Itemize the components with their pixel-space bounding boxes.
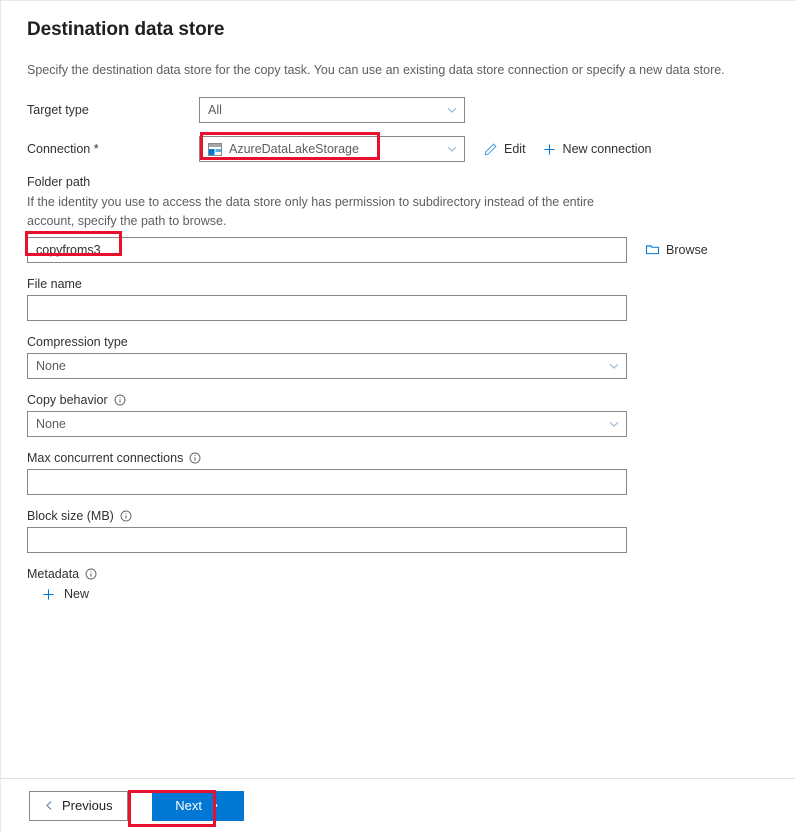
folder-path-field-row: copyfroms3 Browse xyxy=(27,237,769,263)
file-name-label: File name xyxy=(27,277,769,291)
block-size-label: Block size (MB) xyxy=(27,509,769,523)
connection-value: AzureDataLakeStorage xyxy=(229,142,359,156)
compression-type-value: None xyxy=(36,359,66,373)
info-icon[interactable] xyxy=(189,452,201,464)
folder-path-value: copyfroms3 xyxy=(36,243,101,257)
info-icon[interactable] xyxy=(85,568,97,580)
compression-type-label: Compression type xyxy=(27,335,769,349)
destination-data-store-panel: Destination data store Specify the desti… xyxy=(0,0,795,832)
chevron-down-icon xyxy=(446,143,458,155)
browse-button[interactable]: Browse xyxy=(645,242,708,257)
copy-behavior-label: Copy behavior xyxy=(27,393,769,407)
copy-behavior-block: Copy behavior None xyxy=(27,393,769,437)
next-button[interactable]: Next xyxy=(152,791,244,821)
folder-path-helper: If the identity you use to access the da… xyxy=(27,193,627,231)
next-label: Next xyxy=(175,798,202,813)
max-concurrent-connections-label: Max concurrent connections xyxy=(27,451,769,465)
edit-connection-button[interactable]: Edit xyxy=(483,142,526,157)
file-name-input[interactable] xyxy=(27,295,627,321)
target-type-dropdown[interactable]: All xyxy=(199,97,465,123)
max-concurrent-connections-block: Max concurrent connections xyxy=(27,451,769,495)
new-connection-button[interactable]: New connection xyxy=(542,142,652,157)
metadata-label: Metadata xyxy=(27,567,769,581)
info-icon[interactable] xyxy=(114,394,126,406)
block-size-block: Block size (MB) xyxy=(27,509,769,553)
new-connection-label: New connection xyxy=(563,142,652,156)
azure-storage-icon xyxy=(208,143,222,156)
chevron-right-icon xyxy=(209,800,220,811)
form-content: Destination data store Specify the desti… xyxy=(1,1,795,778)
page-description: Specify the destination data store for t… xyxy=(27,61,769,79)
connection-dropdown[interactable]: AzureDataLakeStorage xyxy=(199,136,465,162)
block-size-input[interactable] xyxy=(27,527,627,553)
browse-actions: Browse xyxy=(645,242,708,257)
chevron-down-icon xyxy=(608,360,620,372)
copy-behavior-value: None xyxy=(36,417,66,431)
info-icon[interactable] xyxy=(120,510,132,522)
metadata-new-label: New xyxy=(64,587,89,601)
target-type-label: Target type xyxy=(27,103,199,117)
compression-type-block: Compression type None xyxy=(27,335,769,379)
metadata-new-button[interactable]: New xyxy=(41,587,769,602)
chevron-down-icon xyxy=(608,418,620,430)
previous-button[interactable]: Previous xyxy=(29,791,128,821)
connection-actions: Edit New connection xyxy=(483,142,652,157)
wizard-footer: Previous Next xyxy=(1,778,795,832)
chevron-down-icon xyxy=(446,104,458,116)
file-name-block: File name xyxy=(27,277,769,321)
chevron-left-icon xyxy=(44,800,55,811)
plus-icon xyxy=(41,587,56,602)
max-concurrent-connections-input[interactable] xyxy=(27,469,627,495)
plus-icon xyxy=(542,142,557,157)
target-type-value: All xyxy=(208,103,222,117)
browse-label: Browse xyxy=(666,243,708,257)
compression-type-dropdown[interactable]: None xyxy=(27,353,627,379)
folder-path-block: Folder path If the identity you use to a… xyxy=(27,175,769,263)
metadata-block: Metadata New xyxy=(27,567,769,602)
folder-path-input[interactable]: copyfroms3 xyxy=(27,237,627,263)
edit-connection-label: Edit xyxy=(504,142,526,156)
folder-icon xyxy=(645,242,660,257)
pencil-icon xyxy=(483,142,498,157)
page-title: Destination data store xyxy=(27,19,769,41)
connection-row: Connection * AzureDataLakeStorage xyxy=(27,136,769,162)
target-type-row: Target type All xyxy=(27,97,769,123)
folder-path-label: Folder path xyxy=(27,175,769,189)
previous-label: Previous xyxy=(62,798,113,813)
copy-behavior-dropdown[interactable]: None xyxy=(27,411,627,437)
connection-label: Connection * xyxy=(27,142,199,156)
